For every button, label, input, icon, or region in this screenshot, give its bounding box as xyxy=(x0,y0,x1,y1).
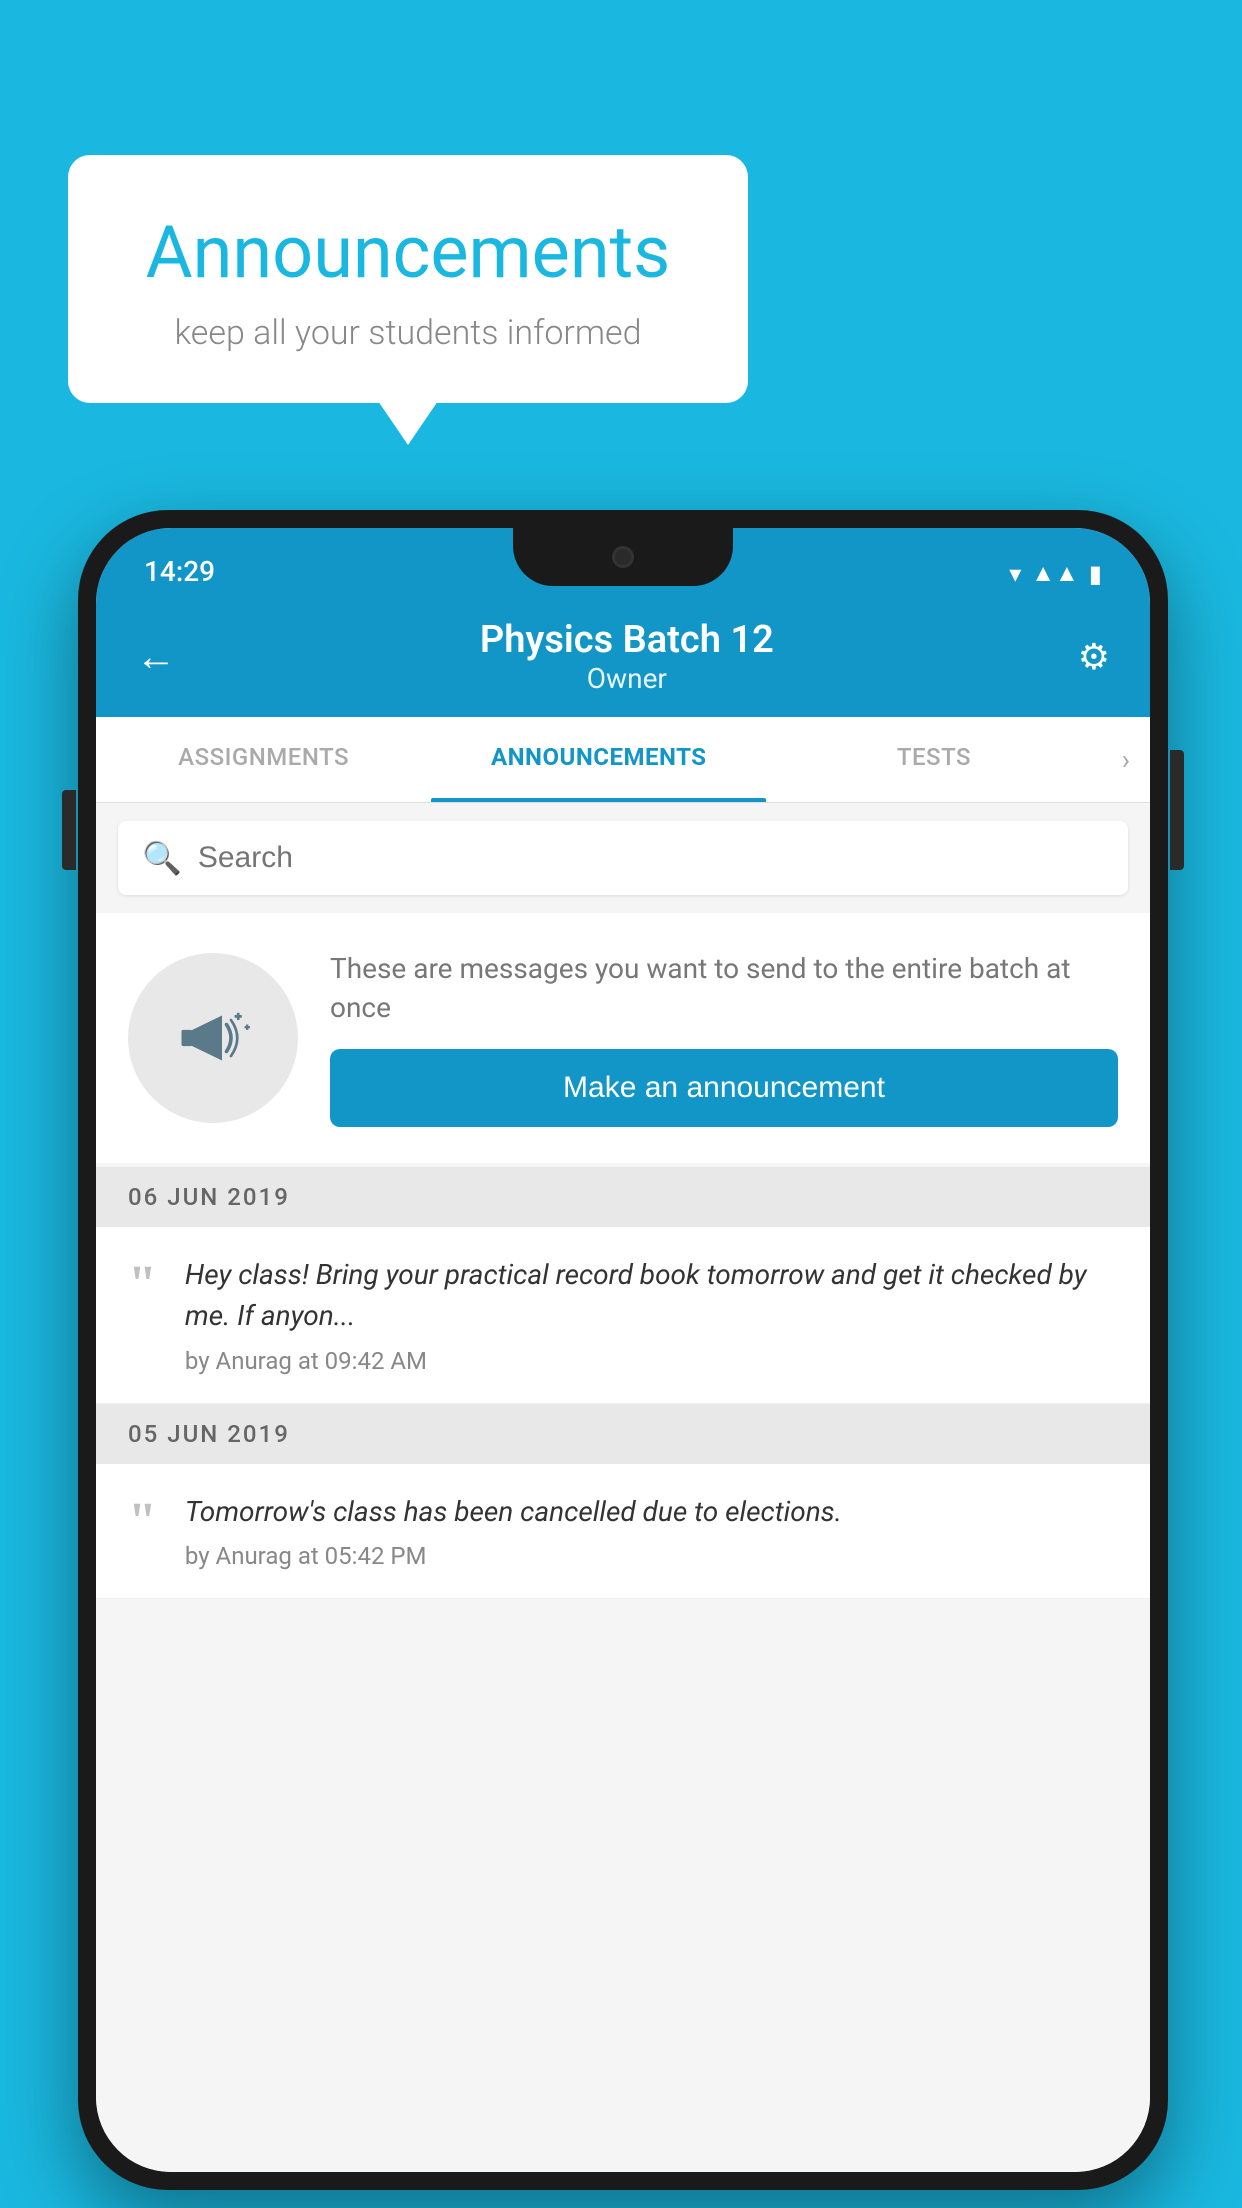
announcement-meta-2: by Anurag at 05:42 PM xyxy=(185,1542,842,1570)
promo-icon-circle xyxy=(128,953,298,1123)
tab-assignments[interactable]: ASSIGNMENTS xyxy=(96,717,431,802)
settings-button[interactable]: ⚙ xyxy=(1078,636,1110,678)
search-icon: 🔍 xyxy=(142,839,182,877)
phone-mockup: 14:29 ▾ ▲▲ ▮ ← Physics Batch 12 Owner ⚙ xyxy=(78,510,1168,2190)
search-input[interactable] xyxy=(198,841,1104,875)
status-icons: ▾ ▲▲ ▮ xyxy=(1009,559,1102,588)
tab-announcements[interactable]: ANNOUNCEMENTS xyxy=(431,717,766,802)
header-title: Physics Batch 12 xyxy=(480,618,774,662)
back-button[interactable]: ← xyxy=(136,633,176,680)
speech-bubble: Announcements keep all your students inf… xyxy=(68,155,748,403)
megaphone-icon xyxy=(168,993,258,1083)
tab-more[interactable]: › xyxy=(1102,717,1150,802)
quote-icon-2: " xyxy=(128,1496,157,1548)
notch-camera xyxy=(612,546,634,568)
announcement-content-2: Tomorrow's class has been cancelled due … xyxy=(185,1492,842,1571)
header-title-section: Physics Batch 12 Owner xyxy=(480,618,774,695)
signal-icon: ▲▲ xyxy=(1031,559,1079,588)
phone-inner: 14:29 ▾ ▲▲ ▮ ← Physics Batch 12 Owner ⚙ xyxy=(96,528,1150,2172)
wifi-icon: ▾ xyxy=(1009,560,1021,588)
promo-description: These are messages you want to send to t… xyxy=(330,949,1118,1027)
tab-tests[interactable]: TESTS xyxy=(766,717,1101,802)
quote-icon-1: " xyxy=(128,1259,157,1311)
tabs-bar: ASSIGNMENTS ANNOUNCEMENTS TESTS › xyxy=(96,717,1150,803)
speech-bubble-container: Announcements keep all your students inf… xyxy=(68,155,748,403)
speech-bubble-title: Announcements xyxy=(128,210,688,295)
make-announcement-button[interactable]: Make an announcement xyxy=(330,1049,1118,1127)
announcement-text-2: Tomorrow's class has been cancelled due … xyxy=(185,1492,842,1533)
promo-right: These are messages you want to send to t… xyxy=(330,949,1118,1127)
status-time: 14:29 xyxy=(144,555,215,588)
app-header: ← Physics Batch 12 Owner ⚙ xyxy=(96,600,1150,717)
phone-outer: 14:29 ▾ ▲▲ ▮ ← Physics Batch 12 Owner ⚙ xyxy=(78,510,1168,2190)
header-subtitle: Owner xyxy=(480,662,774,695)
phone-notch xyxy=(513,528,733,586)
announcement-text-1: Hey class! Bring your practical record b… xyxy=(185,1255,1118,1336)
announcement-content-1: Hey class! Bring your practical record b… xyxy=(185,1255,1118,1374)
date-separator-1: 06 JUN 2019 xyxy=(96,1167,1150,1227)
promo-section: These are messages you want to send to t… xyxy=(96,913,1150,1163)
speech-bubble-subtitle: keep all your students informed xyxy=(128,313,688,353)
battery-icon: ▮ xyxy=(1089,560,1102,588)
announcement-meta-1: by Anurag at 09:42 AM xyxy=(185,1347,1118,1375)
search-bar[interactable]: 🔍 xyxy=(118,821,1128,895)
content-area: 🔍 xyxy=(96,803,1150,2172)
announcement-item-2[interactable]: " Tomorrow's class has been cancelled du… xyxy=(96,1464,1150,1600)
date-separator-2: 05 JUN 2019 xyxy=(96,1404,1150,1464)
announcement-item-1[interactable]: " Hey class! Bring your practical record… xyxy=(96,1227,1150,1403)
